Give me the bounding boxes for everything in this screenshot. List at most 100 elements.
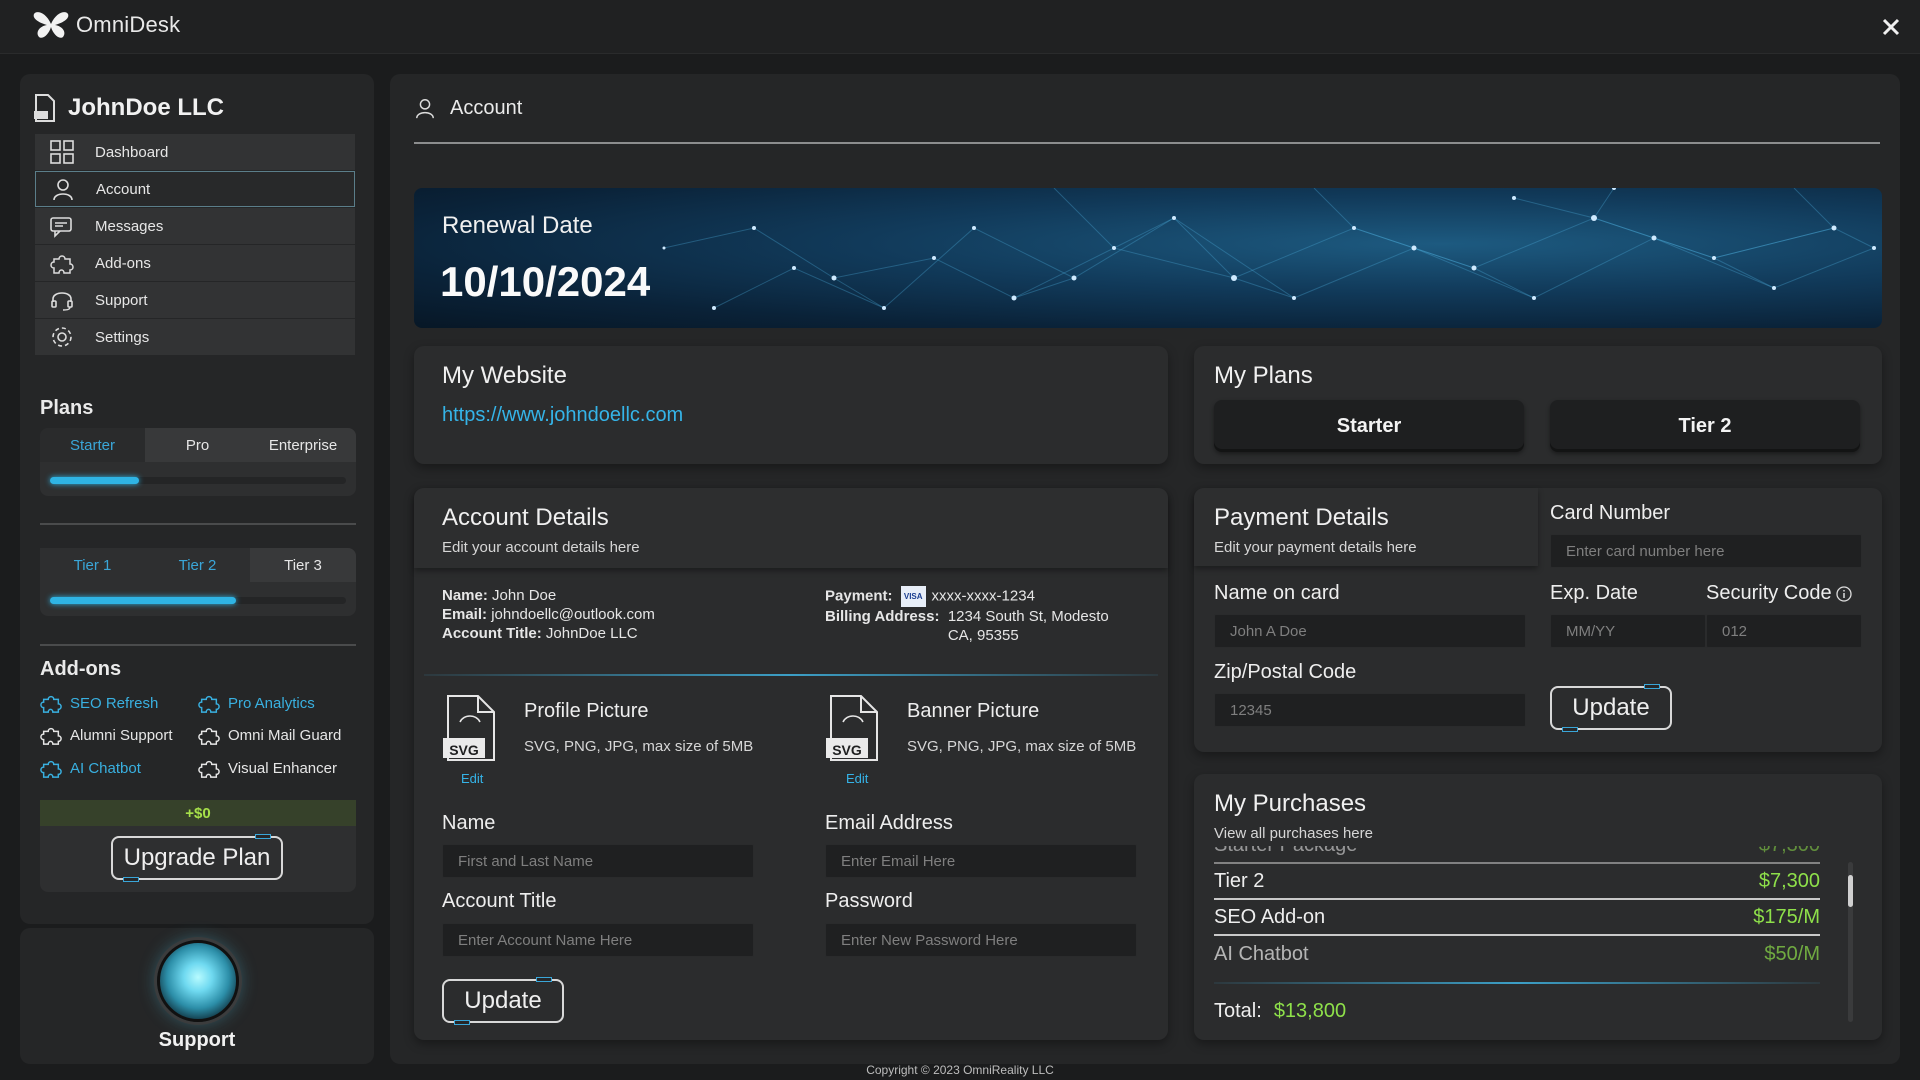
- support-label[interactable]: Support: [20, 1029, 374, 1052]
- tier-option-1[interactable]: Tier 1: [40, 548, 145, 582]
- payment-details-subtitle: Edit your payment details here: [1214, 539, 1417, 556]
- list-item: Tier 2 $7,300: [1214, 864, 1820, 900]
- addon-ai-chatbot[interactable]: AI Chatbot: [40, 757, 141, 779]
- exp-date-label: Exp. Date: [1550, 582, 1638, 604]
- total-value: $13,800: [1273, 1000, 1347, 1022]
- name-on-card-input[interactable]: [1214, 614, 1526, 648]
- security-code-input[interactable]: [1706, 614, 1862, 648]
- sidebar-item-messages[interactable]: Messages: [35, 208, 355, 244]
- addon-visual-enhancer[interactable]: Visual Enhancer: [198, 757, 337, 779]
- button-accent: [1644, 684, 1660, 689]
- sidebar-item-dashboard[interactable]: Dashboard: [35, 134, 355, 170]
- addon-label: Visual Enhancer: [228, 759, 337, 777]
- upgrade-plan-button[interactable]: Upgrade Plan: [111, 834, 283, 882]
- website-link[interactable]: https://www.johndoellc.com: [442, 404, 683, 427]
- password-input[interactable]: [825, 923, 1137, 957]
- addon-pro-analytics[interactable]: Pro Analytics: [198, 692, 315, 714]
- account-update-button[interactable]: Update: [442, 977, 564, 1025]
- info-icon[interactable]: [1835, 585, 1852, 602]
- plan-selector: Starter Pro Enterprise: [40, 428, 356, 496]
- payment-info: Payment: VISA xxxx-xxxx-1234 Billing Addr…: [825, 586, 1109, 645]
- addon-total: +$0: [40, 800, 356, 826]
- name-input[interactable]: [442, 844, 754, 878]
- banner-picture-desc: SVG, PNG, JPG, max size of 5MB: [907, 738, 1137, 755]
- banner-picture-title: Banner Picture: [907, 700, 1040, 722]
- svg-badge: SVG: [832, 742, 862, 758]
- scrollbar-thumb[interactable]: [1848, 874, 1853, 907]
- addon-omni-mail-guard[interactable]: Omni Mail Guard: [198, 724, 341, 746]
- sidebar-item-label: Support: [95, 291, 148, 309]
- user-icon: [50, 176, 76, 202]
- close-button[interactable]: [1876, 12, 1906, 42]
- password-field-label: Password: [825, 890, 913, 912]
- footer-copyright: Copyright © 2023 OmniReality LLC: [866, 1063, 1054, 1077]
- website-card: My Website https://www.johndoellc.com: [414, 346, 1168, 464]
- plan-option-pro[interactable]: Pro: [145, 428, 250, 462]
- name-field-label: Name: [442, 812, 496, 834]
- renewal-label: Renewal Date: [442, 212, 593, 239]
- puzzle-icon: [40, 760, 62, 778]
- sidebar-item-addons[interactable]: Add-ons: [35, 245, 355, 281]
- tier-option-2[interactable]: Tier 2: [145, 548, 250, 582]
- tier-progress-track: [50, 597, 346, 604]
- info-label: Account Title:: [442, 625, 542, 642]
- sidebar-item-label: Settings: [95, 328, 150, 346]
- zip-code-input[interactable]: [1214, 693, 1526, 727]
- button-accent: [255, 834, 271, 839]
- close-icon: [1882, 18, 1900, 36]
- profile-picture-title: Profile Picture: [524, 700, 649, 722]
- info-label: Email:: [442, 606, 488, 623]
- divider: [40, 644, 356, 646]
- update-label: Update: [1572, 694, 1650, 721]
- purchases-scrollbar[interactable]: [1848, 862, 1853, 1022]
- list-item: Starter Package $7,300: [1214, 846, 1820, 864]
- purchase-name: Starter Package: [1214, 846, 1357, 857]
- button-accent: [123, 877, 139, 882]
- profile-picture-edit-link[interactable]: Edit: [461, 771, 483, 786]
- sidebar-item-settings[interactable]: Settings: [35, 319, 355, 355]
- sidebar: JohnDoe LLC Dashboard Account Messages A…: [20, 74, 374, 924]
- dashboard-icon: [49, 139, 75, 165]
- purchases-subtitle: View all purchases here: [1214, 825, 1373, 842]
- sidebar-item-label: Messages: [95, 217, 164, 235]
- my-plan-starter[interactable]: Starter: [1214, 400, 1524, 452]
- addon-label: Alumni Support: [70, 726, 173, 744]
- account-email: johndoellc@outlook.com: [491, 606, 655, 623]
- info-label: Billing Address:: [825, 608, 940, 625]
- billing-address-line1: 1234 South St, Modesto: [947, 608, 1109, 625]
- company-name: JohnDoe LLC: [68, 94, 224, 121]
- banner-picture-edit-link[interactable]: Edit: [846, 771, 868, 786]
- sidebar-item-support[interactable]: Support: [35, 282, 355, 318]
- plan-option-enterprise[interactable]: Enterprise: [250, 428, 356, 462]
- sidebar-item-account[interactable]: Account: [35, 171, 355, 207]
- email-field-label: Email Address: [825, 812, 953, 834]
- support-orb-icon[interactable]: [157, 940, 239, 1022]
- payment-details-title: Payment Details: [1214, 504, 1389, 531]
- purchases-total: Total: $13,800: [1214, 1000, 1346, 1023]
- payment-details-card: Payment Details Edit your payment detail…: [1194, 488, 1882, 752]
- plans-title: Plans: [40, 397, 94, 419]
- sidebar-item-label: Dashboard: [95, 143, 169, 161]
- account-title-input[interactable]: [442, 923, 754, 957]
- addon-seo-refresh[interactable]: SEO Refresh: [40, 692, 158, 714]
- purchase-name: Tier 2: [1214, 869, 1265, 892]
- plan-progress-track: [50, 477, 346, 484]
- visa-icon: VISA: [900, 586, 926, 607]
- card-number-input[interactable]: [1550, 534, 1862, 568]
- section-divider: [1214, 982, 1820, 984]
- email-input[interactable]: [825, 844, 1137, 878]
- my-plan-tier-2[interactable]: Tier 2: [1550, 400, 1860, 452]
- puzzle-icon: [40, 727, 62, 745]
- purchases-list: Starter Package $7,300 Tier 2 $7,300 SEO…: [1194, 846, 1844, 970]
- profile-picture-desc: SVG, PNG, JPG, max size of 5MB: [524, 738, 754, 755]
- account-details-subtitle: Edit your account details here: [442, 539, 640, 556]
- account-title-field-label: Account Title: [442, 890, 557, 912]
- payment-update-button[interactable]: Update: [1550, 684, 1672, 732]
- tier-progress-fill: [50, 597, 237, 604]
- tier-option-3[interactable]: Tier 3: [250, 548, 356, 582]
- info-label: Name:: [442, 587, 488, 604]
- exp-date-input[interactable]: [1550, 614, 1706, 648]
- plan-option-starter[interactable]: Starter: [40, 428, 145, 462]
- addon-alumni-support[interactable]: Alumni Support: [40, 724, 173, 746]
- document-icon: [34, 94, 55, 122]
